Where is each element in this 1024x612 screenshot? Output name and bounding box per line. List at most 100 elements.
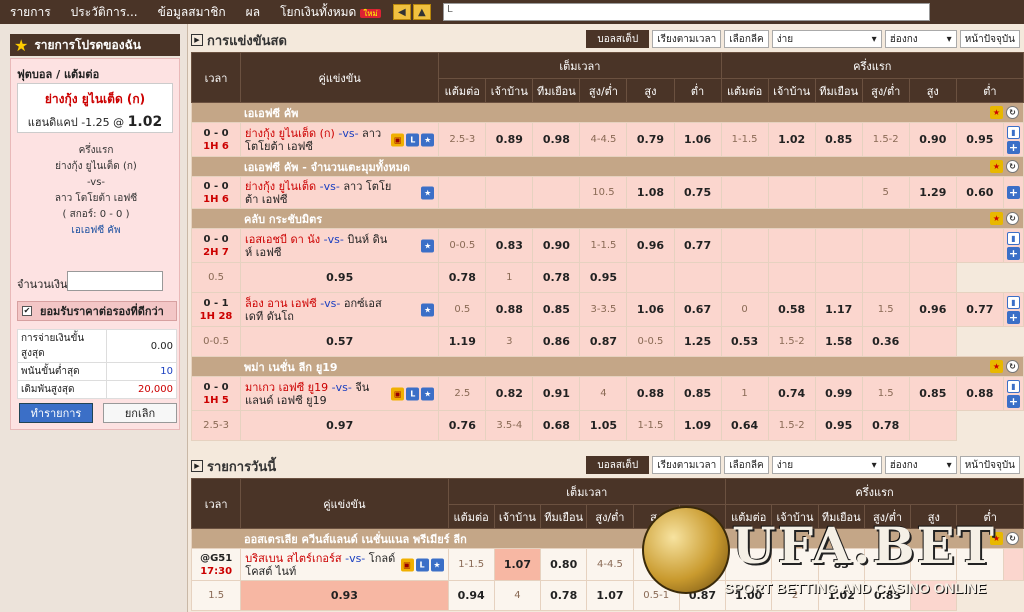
- ft-over-cell[interactable]: 0.78: [540, 580, 588, 611]
- ft-home-cell[interactable]: 0.57: [240, 326, 440, 357]
- expand-plus-icon[interactable]: +: [1006, 246, 1020, 260]
- ft-away-cell[interactable]: 0.90: [532, 228, 581, 263]
- favorite-star-icon[interactable]: ★: [990, 106, 1003, 119]
- fh-away-cell[interactable]: 0.53: [720, 326, 769, 357]
- home-team[interactable]: เอสเอชบี ดา นัง: [245, 233, 320, 246]
- home-team[interactable]: ล็อง อาน เอฟซี: [245, 297, 317, 310]
- ft-home-cell[interactable]: 0.97: [240, 410, 440, 441]
- fh-away-cell[interactable]: 83: [817, 548, 865, 581]
- top-search-input[interactable]: L: [443, 3, 930, 21]
- ft-under-cell[interactable]: 0.85: [673, 376, 722, 411]
- fh-home-cell[interactable]: 1.02: [767, 122, 816, 157]
- ft-under-cell[interactable]: 1.07: [586, 580, 634, 611]
- odds-type-select[interactable]: ฮ่องกง ▾: [884, 30, 957, 48]
- nav-bets[interactable]: รายการ: [0, 3, 61, 22]
- ft-under-cell[interactable]: 0.67: [673, 292, 722, 327]
- accept-better-odds[interactable]: ✔ ยอมรับราคาต่อรองที่ดีกว่า: [17, 301, 177, 321]
- sort-by-time-button[interactable]: เรียงตามเวลา: [652, 456, 722, 474]
- refresh-icon[interactable]: ↻: [1006, 212, 1019, 225]
- ft-home-cell[interactable]: 0.82: [485, 376, 534, 411]
- ft-away-cell[interactable]: 0.91: [532, 376, 581, 411]
- ft-home-cell[interactable]: 0.95: [240, 262, 440, 293]
- expand-plus-icon[interactable]: +: [1006, 310, 1020, 324]
- favorite-star-icon[interactable]: ★: [990, 532, 1003, 545]
- ft-home-cell[interactable]: 0.89: [485, 122, 534, 157]
- mode-select[interactable]: ง่าย ▾: [771, 30, 882, 48]
- select-league-button[interactable]: เลือกลีค: [724, 30, 769, 48]
- statistics-icon[interactable]: ▮: [1006, 295, 1020, 309]
- ft-home-cell[interactable]: 0.88: [485, 292, 534, 327]
- nav-history[interactable]: ประวัติการ...: [61, 3, 148, 22]
- ft-away-cell[interactable]: 0.94: [447, 580, 495, 611]
- statistics-icon[interactable]: ▮: [1006, 379, 1020, 393]
- nav-transfer-all[interactable]: โยกเงินทั้งหมด ใหม่: [270, 3, 391, 22]
- fh-under-cell[interactable]: 0.77: [955, 292, 1004, 327]
- ft-over-cell[interactable]: 0.96: [626, 228, 675, 263]
- nav-results[interactable]: ผล: [236, 3, 270, 22]
- favorite-icon[interactable]: ★: [421, 133, 435, 146]
- ft-home-cell[interactable]: 0.83: [485, 228, 534, 263]
- fh-over-cell[interactable]: 0.90: [908, 122, 957, 157]
- refresh-icon[interactable]: ↻: [1006, 160, 1019, 173]
- statistics-icon[interactable]: ▮: [1006, 231, 1020, 245]
- refresh-icon[interactable]: ↻: [1006, 360, 1019, 373]
- ft-under-cell[interactable]: 1.05: [579, 410, 628, 441]
- ft-home-cell[interactable]: 1.07: [493, 548, 542, 581]
- home-team[interactable]: ย่างกุ้ง ยูไนเต็ด: [245, 180, 316, 193]
- ft-over-cell[interactable]: 0.86: [532, 326, 581, 357]
- ft-away-cell[interactable]: 0.78: [438, 262, 487, 293]
- fh-under-cell[interactable]: 0.88: [955, 376, 1004, 411]
- fh-under-cell[interactable]: 0.78: [861, 410, 910, 441]
- tv-icon[interactable]: ▣: [391, 387, 405, 400]
- ft-away-cell[interactable]: 0.80: [540, 548, 588, 581]
- submit-bet-button[interactable]: ทำรายการ: [19, 403, 93, 423]
- fh-under-cell[interactable]: 0.95: [955, 122, 1004, 157]
- favorite-icon[interactable]: ★: [430, 558, 444, 571]
- ft-over-cell[interactable]: 0.88: [626, 376, 675, 411]
- ft-under-cell[interactable]: 0.77: [673, 228, 722, 263]
- fh-over-cell[interactable]: 0.95: [814, 410, 863, 441]
- favorite-icon[interactable]: ★: [421, 303, 435, 316]
- ft-under-cell[interactable]: 0.75: [673, 176, 722, 209]
- collapse-icon[interactable]: ▶: [191, 460, 203, 472]
- mode-select[interactable]: ง่าย ▾: [771, 456, 882, 474]
- expand-plus-icon[interactable]: +: [1006, 186, 1020, 199]
- favorite-icon[interactable]: ★: [421, 186, 435, 199]
- fh-home-cell[interactable]: 0.74: [767, 376, 816, 411]
- home-team[interactable]: มาเกว เอฟซี ยู19: [245, 381, 328, 394]
- refresh-icon[interactable]: ↻: [1006, 106, 1019, 119]
- favorite-star-icon[interactable]: ★: [990, 160, 1003, 173]
- favorite-icon[interactable]: ★: [421, 387, 435, 400]
- ft-over-cell[interactable]: 0.9: [632, 548, 680, 581]
- ft-over-cell[interactable]: 1.08: [626, 176, 675, 209]
- fh-away-cell[interactable]: 1.00: [725, 580, 773, 611]
- live-icon[interactable]: L: [415, 558, 429, 571]
- favorite-icon[interactable]: ★: [421, 239, 435, 252]
- tv-icon[interactable]: ▣: [400, 558, 414, 571]
- odds-type-select[interactable]: ฮ่องกง ▾: [884, 456, 957, 474]
- ft-away-cell[interactable]: 0.76: [438, 410, 487, 441]
- tv-icon[interactable]: ▣: [391, 133, 405, 146]
- parlay-button[interactable]: บอลสเต็ป: [586, 30, 650, 48]
- fh-home-cell[interactable]: 1.25: [673, 326, 722, 357]
- home-team[interactable]: บริสเบน สไตร์เกอร์ส: [245, 552, 341, 565]
- live-icon[interactable]: L: [406, 387, 420, 400]
- ft-home-cell[interactable]: 0.93: [240, 580, 449, 611]
- current-page-button[interactable]: หน้าปัจจุบัน: [959, 30, 1020, 48]
- fh-home-cell[interactable]: 0.58: [767, 292, 816, 327]
- up-arrow-icon[interactable]: ▲: [412, 4, 431, 20]
- fh-over-cell[interactable]: 0.96: [908, 292, 957, 327]
- fh-under-cell[interactable]: 0.36: [861, 326, 910, 357]
- favorite-star-icon[interactable]: ★: [990, 360, 1003, 373]
- fh-over-cell[interactable]: 0.85: [908, 376, 957, 411]
- refresh-icon[interactable]: ↻: [1006, 532, 1019, 545]
- ft-under-cell[interactable]: 0.87: [579, 326, 628, 357]
- live-icon[interactable]: L: [406, 133, 420, 146]
- fh-away-cell[interactable]: 1.17: [814, 292, 863, 327]
- expand-plus-icon[interactable]: +: [1006, 394, 1020, 408]
- fh-away-cell[interactable]: 0.64: [720, 410, 769, 441]
- checkbox-checked-icon[interactable]: ✔: [22, 306, 32, 316]
- ft-away-cell[interactable]: 1.19: [438, 326, 487, 357]
- fh-home-cell[interactable]: 1.09: [673, 410, 722, 441]
- fh-home-cell[interactable]: 0.87: [678, 580, 727, 611]
